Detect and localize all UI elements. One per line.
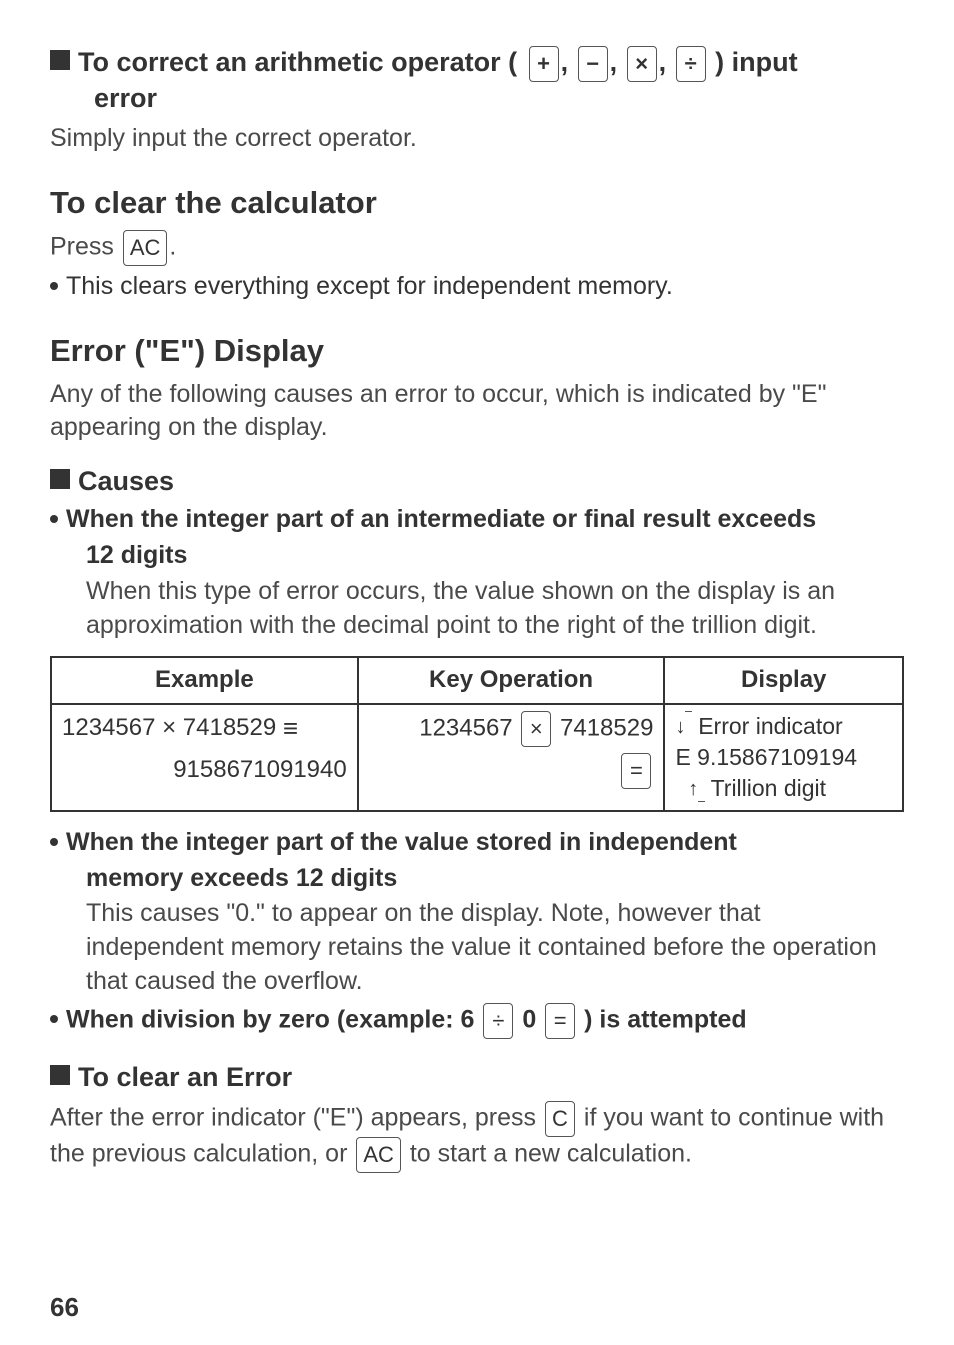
th-display: Display [664,657,903,703]
cell-example: 1234567 × 7418529 ≡ 9158671091940 [51,704,358,811]
plus-key-icon: + [529,46,559,82]
bullet-dot-icon [50,282,58,290]
bullet-dot-icon [50,1015,58,1023]
ce-p1a: After the error indicator ("E") appears,… [50,1104,536,1132]
minus-key-icon: − [578,46,608,82]
th-example: Example [51,657,358,703]
table-row: 1234567 × 7418529 ≡ 9158671091940 123456… [51,704,903,811]
cause2-body: This causes "0." to appear on the displa… [50,897,904,998]
ce-p1c: to start a new calculation. [410,1140,692,1168]
th-keyop: Key Operation [358,657,665,703]
c-key: C [545,1101,575,1137]
bullet-dot-icon [50,515,58,523]
ac-key: AC [356,1137,401,1173]
cause-3: When division by zero (example: 6 ÷ 0 = … [50,1003,904,1039]
cell-keyop: 1234567 × 7418529 = [358,704,665,811]
heading-text: To correct an arithmetic operator ( [78,47,517,77]
heading-causes: Causes [50,463,904,499]
bullet-text: This clears everything except for indepe… [66,270,673,304]
square-bullet-icon [50,469,70,489]
equals-key-icon: = [621,753,651,789]
press-ac-line: Press AC. [50,230,904,266]
expr-equals-dots-icon: ≡ [283,713,294,743]
cause-2: When the integer part of the value store… [50,826,904,860]
heading-text-suffix: ) input [715,47,797,77]
cause3-suffix: ) is attempted [584,1005,747,1033]
para-error-display: Any of the following causes an error to … [50,378,904,446]
cause3-zero: 0 [522,1005,536,1033]
heading-correct-operator: To correct an arithmetic operator ( +, −… [50,44,904,82]
dot: . [169,233,176,261]
example-table: Example Key Operation Display 1234567 × … [50,656,904,812]
times-key-icon: × [521,711,551,747]
square-bullet-icon [50,1065,70,1085]
cause3-prefix: When division by zero (example: 6 [66,1005,474,1033]
para-clear-error: After the error indicator ("E") appears,… [50,1101,904,1173]
expr-result: 9158671091940 [62,754,347,786]
divide-key-icon: ÷ [483,1003,513,1039]
heading-correct-operator-line2: error [50,80,904,116]
cause2-bold1: When the integer part of the value store… [66,828,737,856]
ac-key: AC [123,230,168,266]
times-key-icon: × [627,46,657,82]
cause-1: When the integer part of an intermediate… [50,503,904,537]
key-b: 7418529 [560,714,653,741]
trillion-label: Trillion digit [711,775,826,801]
cause1-bold1: When the integer part of an intermediate… [66,505,816,533]
display-value: E 9.15867109194 [675,742,892,773]
bullet-clear-memory: This clears everything except for indepe… [50,270,904,304]
page-number: 66 [50,1290,79,1325]
divide-key-icon: ÷ [676,46,706,82]
cell-display: ↓ Error indicator E 9.15867109194 ↑ Tril… [664,704,903,811]
heading-clear-error: To clear an Error [50,1059,904,1095]
cause1-bold2: 12 digits [50,539,904,573]
arrow-down-icon: ↓ [675,714,685,741]
arrow-up-icon: ↑ [688,776,698,803]
heading-clear-calculator: To clear the calculator [50,182,904,224]
press-label: Press [50,233,114,261]
causes-text: Causes [78,463,174,499]
cause2-bold2: memory exceeds 12 digits [50,862,904,896]
para-correct-operator: Simply input the correct operator. [50,122,904,156]
expr-a: 1234567 × 7418529 [62,714,276,741]
clear-error-text: To clear an Error [78,1059,292,1095]
err-indicator-label: Error indicator [698,713,842,739]
square-bullet-icon [50,50,70,70]
key-a: 1234567 [419,714,512,741]
bullet-dot-icon [50,838,58,846]
equals-key-icon: = [545,1003,575,1039]
cause1-body: When this type of error occurs, the valu… [50,575,904,643]
heading-error-display: Error ("E") Display [50,330,904,372]
